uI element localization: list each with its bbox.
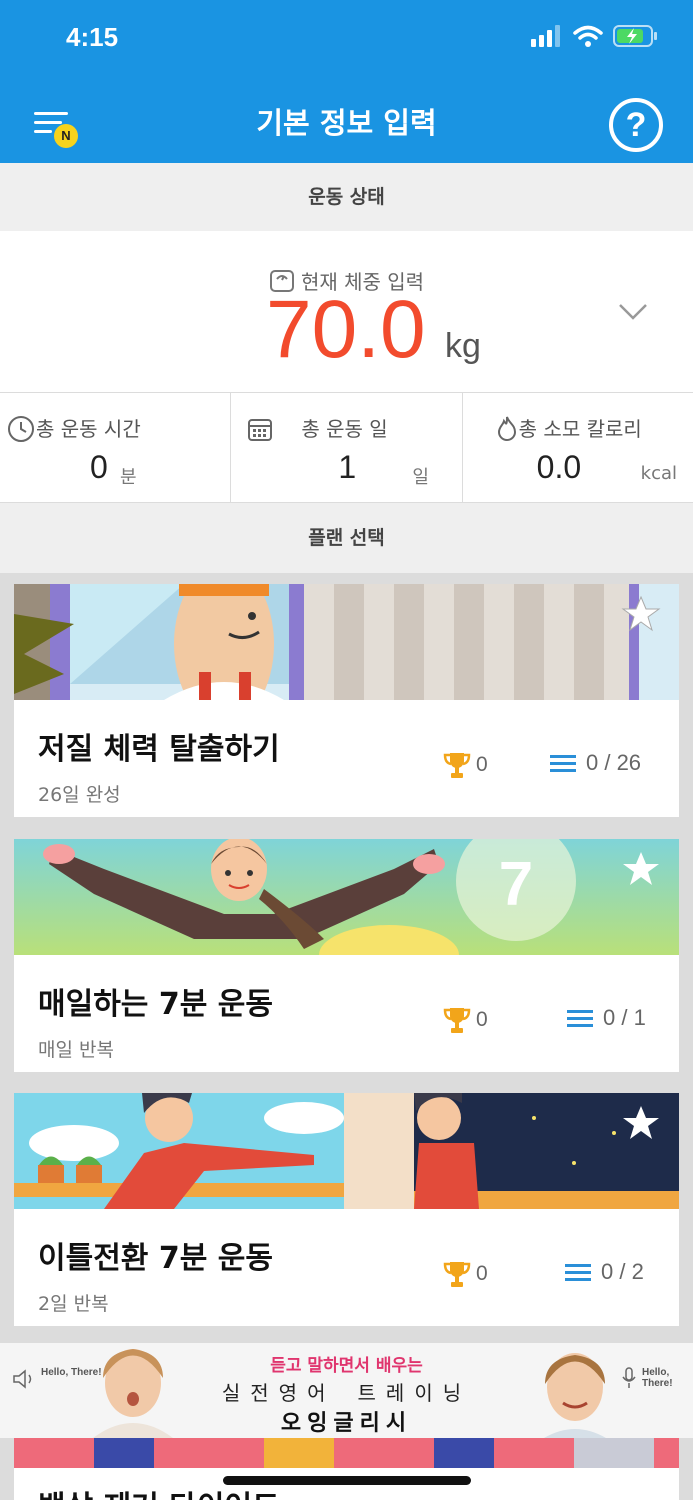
stat-value: 0: [90, 449, 108, 485]
plan-subtitle: 매일 반복: [38, 1039, 114, 1061]
list-icon: [565, 1264, 591, 1281]
trophy-icon: [443, 1008, 471, 1033]
ad-hello-right: Hello, There!: [642, 1367, 673, 1389]
stat-total-calories: 총 소모 칼로리 0.0 kcal: [463, 393, 693, 503]
clock-icon: [8, 416, 34, 442]
ad-banner[interactable]: Hello, There! 듣고 말하면서 배우는 실전영어 트레이닝 오잉글리…: [0, 1343, 693, 1438]
trophy-count: 0: [442, 750, 488, 780]
page-title: 기본 정보 입력: [256, 106, 437, 140]
trophy-icon: [443, 753, 471, 778]
help-button[interactable]: ?: [609, 98, 663, 152]
stat-unit: 일: [412, 467, 429, 488]
favorite-star-icon[interactable]: [621, 594, 661, 634]
favorite-star-icon[interactable]: [621, 849, 661, 889]
plan-title: 이틀전환 7분 운동: [38, 1241, 273, 1276]
weight-unit: kg: [445, 327, 481, 365]
home-indicator[interactable]: [223, 1476, 471, 1485]
weight-input-area[interactable]: 현재 체중 입력 70.0 kg: [0, 231, 693, 393]
app-header: 4:15 N 기본 정보 입력 ?: [0, 0, 693, 163]
wifi-icon: [573, 25, 603, 47]
exercise-status-header: 운동 상태: [0, 163, 693, 231]
plan-progress: 0 / 26: [550, 750, 641, 776]
list-icon: [567, 1010, 593, 1027]
stat-unit: kcal: [640, 463, 678, 484]
stat-label: 총 소모 칼로리: [518, 417, 642, 441]
plan-title: 저질 체력 탈출하기: [38, 732, 280, 767]
plan-card[interactable]: 이틀전환 7분 운동 2일 반복 0 0 / 2: [14, 1093, 679, 1326]
plan-card[interactable]: 7 매일하는 7분 운동 매일 반복 0 0 / 1: [14, 839, 679, 1072]
plan-progress: 0 / 2: [565, 1259, 644, 1285]
plan-title: 매일하는 7분 운동: [38, 987, 273, 1022]
plan-select-header: 플랜 선택: [0, 503, 693, 573]
plan-card[interactable]: 저질 체력 탈출하기 26일 완성 0 0 / 26: [14, 584, 679, 817]
plan-subtitle: 26일 완성: [38, 784, 121, 806]
weight-value: 70.0: [266, 284, 426, 375]
chevron-down-icon[interactable]: [618, 303, 648, 321]
stat-value: 0.0: [536, 449, 582, 485]
plan-card-partial[interactable]: 뱃살 제거 다이어트: [14, 1438, 679, 1500]
stat-label: 총 운동 시간: [36, 417, 141, 441]
trophy-count: 0: [442, 1259, 488, 1289]
plan-subtitle: 2일 반복: [38, 1293, 109, 1315]
stat-value: 1: [338, 449, 357, 485]
calendar-icon: [248, 419, 273, 441]
plan-image: 7: [14, 839, 679, 955]
microphone-icon: [622, 1367, 636, 1388]
trophy-icon: [443, 1262, 471, 1287]
trophy-count: 0: [442, 1005, 488, 1035]
plan-progress: 0 / 1: [567, 1005, 646, 1031]
ad-person-right: [544, 1353, 606, 1438]
status-time: 4:15: [66, 22, 119, 52]
battery-icon: [613, 25, 657, 47]
list-icon: [550, 755, 576, 772]
plan-image: [14, 584, 679, 700]
favorite-star-icon[interactable]: [621, 1103, 661, 1143]
svg-text:7: 7: [499, 850, 533, 919]
stat-total-days: 총 운동 일 1 일: [231, 393, 463, 503]
flame-icon: [497, 416, 516, 441]
stat-label: 총 운동 일: [301, 417, 388, 441]
plan-image: [14, 1093, 679, 1209]
stat-total-time: 총 운동 시간 0 분: [0, 393, 232, 503]
status-icons: [531, 24, 659, 48]
stat-unit: 분: [120, 467, 137, 488]
cellular-signal-icon: [531, 25, 560, 47]
stats-row: 총 운동 시간 0 분 총 운동 일 1 일 총 소모 칼로리 0.0 kcal: [0, 393, 693, 503]
